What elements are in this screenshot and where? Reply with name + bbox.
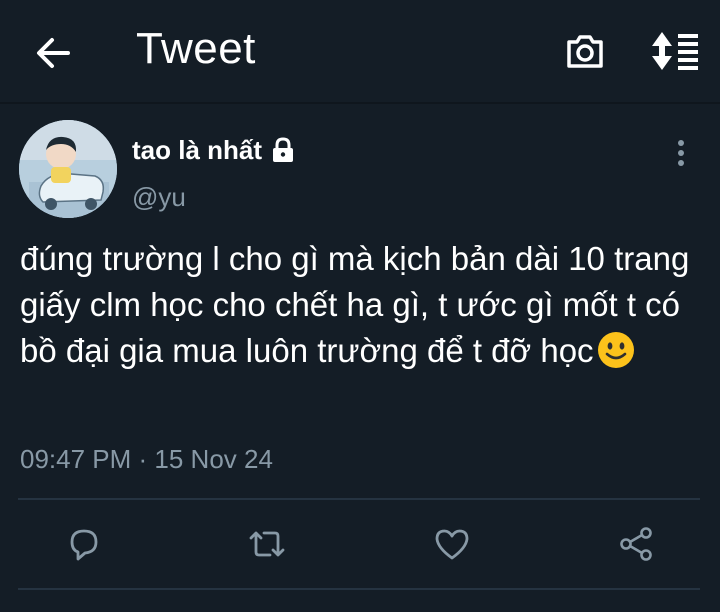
tweet-text: đúng trường l cho gì mà kịch bản dài 10 … <box>20 236 710 374</box>
camera-icon <box>567 35 603 68</box>
arrow-left-icon <box>37 38 70 68</box>
divider <box>18 498 700 500</box>
top-app-bar: Tweet <box>0 0 720 104</box>
sort-button[interactable] <box>646 28 702 74</box>
avatar-illustration <box>19 120 117 218</box>
tweet-detail: tao là nhất @yu đúng trường l cho gì mà … <box>0 106 720 612</box>
author-handle[interactable]: @yu <box>132 182 186 213</box>
retweet-button[interactable] <box>243 520 291 568</box>
tweet-actions <box>0 520 720 568</box>
divider <box>18 588 700 590</box>
heart-icon <box>435 529 469 560</box>
share-icon <box>620 527 652 561</box>
author-name-row[interactable]: tao là nhất <box>132 132 298 168</box>
sort-icon <box>652 32 698 70</box>
tweet-text-body: đúng trường l cho gì mà kịch bản dài 10 … <box>20 240 690 369</box>
back-button[interactable] <box>30 30 76 76</box>
camera-button[interactable] <box>562 28 608 74</box>
smiling-face-emoji <box>596 330 636 370</box>
reply-icon <box>70 529 98 561</box>
page-title: Tweet <box>136 24 256 73</box>
more-options-button[interactable] <box>664 136 698 170</box>
display-name: tao là nhất <box>132 134 263 165</box>
like-button[interactable] <box>428 520 476 568</box>
retweet-icon <box>249 531 285 557</box>
tweet-timestamp[interactable]: 09:47 PM · 15 Nov 24 <box>20 444 273 475</box>
reply-button[interactable] <box>60 520 108 568</box>
share-button[interactable] <box>612 520 660 568</box>
lock-icon <box>268 135 298 165</box>
avatar[interactable] <box>19 120 117 218</box>
more-vertical-icon <box>678 140 684 166</box>
